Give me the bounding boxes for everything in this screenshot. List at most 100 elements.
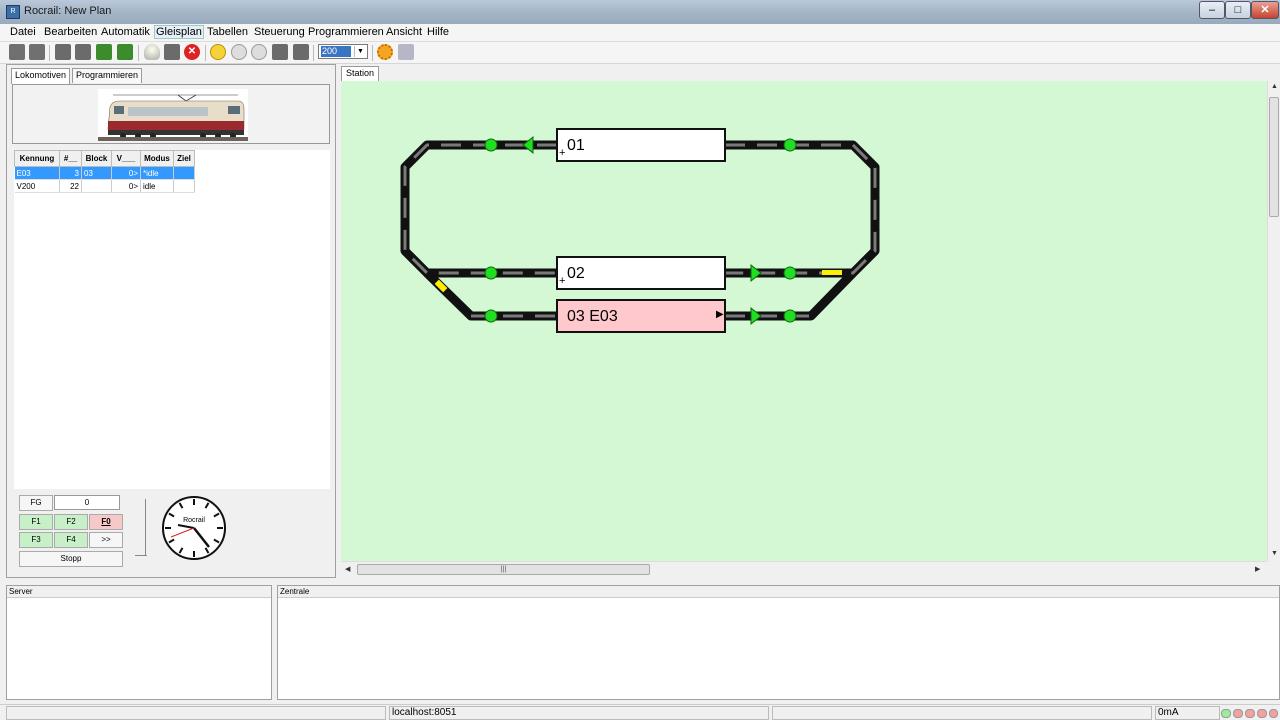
stop-button[interactable]: Stopp — [19, 551, 123, 567]
cell-number: 3 — [59, 166, 82, 180]
upload-icon[interactable] — [96, 44, 112, 60]
cell-number: 22 — [59, 179, 82, 193]
clock-label: Rocrail — [183, 517, 205, 524]
status-cell — [6, 706, 386, 720]
cell-ziel — [173, 179, 195, 193]
menu-steuerung[interactable]: Steuerung — [254, 26, 305, 38]
block-03[interactable]: 03 E03 ▶ — [556, 299, 726, 333]
import-icon[interactable] — [75, 44, 91, 60]
block-label: 03 E03 — [567, 308, 618, 325]
menu-tabellen[interactable]: Tabellen — [207, 26, 248, 38]
signal-arrow-left-icon[interactable] — [522, 135, 534, 155]
sensor-dot[interactable] — [484, 266, 498, 280]
sensor-dot[interactable] — [783, 138, 797, 152]
sensor-dot[interactable] — [484, 309, 498, 323]
menu-ansicht[interactable]: Ansicht — [386, 26, 422, 38]
col-number[interactable]: #__ — [59, 150, 82, 167]
menu-gleisplan[interactable]: Gleisplan — [154, 25, 204, 39]
face-icon[interactable] — [231, 44, 247, 60]
col-kennung[interactable]: Kennung — [14, 150, 60, 167]
scroll-thumb[interactable]: ||| — [357, 564, 650, 575]
cell-speed: 0> — [111, 179, 141, 193]
plan-horizontal-scrollbar[interactable]: ◀ ||| ▶ — [341, 561, 1267, 576]
toolbar-separator — [205, 45, 206, 61]
f0-button[interactable]: F0 — [89, 514, 123, 530]
cell-ziel — [173, 166, 195, 180]
block-02[interactable]: 02 + — [556, 256, 726, 290]
chevron-down-icon[interactable]: ▼ — [354, 46, 366, 57]
scroll-thumb[interactable] — [1269, 97, 1279, 217]
clock: Rocrail — [162, 496, 226, 560]
cell-block — [81, 179, 112, 193]
signal-arrow-right-icon[interactable] — [750, 306, 762, 326]
f2-button[interactable]: F2 — [54, 514, 88, 530]
loco-icon[interactable] — [164, 44, 180, 60]
smiley-icon[interactable] — [210, 44, 226, 60]
sensor-dot[interactable] — [783, 309, 797, 323]
scroll-right-icon[interactable]: ▶ — [1255, 565, 1260, 573]
table-header-row: Kennung #__ Block V___ Modus Ziel — [14, 150, 195, 167]
f1-button[interactable]: F1 — [19, 514, 53, 530]
cell-modus: idle — [140, 179, 174, 193]
gear-icon[interactable] — [377, 44, 393, 60]
tab-station[interactable]: Station — [341, 66, 380, 81]
zoom-select[interactable]: 200 ▼ — [318, 44, 368, 59]
block-01[interactable]: 01 + — [556, 128, 726, 162]
stop-icon[interactable]: ✕ — [184, 44, 200, 60]
table-row[interactable]: V200 22 0> idle — [14, 179, 195, 193]
table-row[interactable]: E03 3 03 0> *idle — [14, 166, 195, 180]
close-button[interactable]: ✕ — [1251, 1, 1279, 19]
minimize-button[interactable]: – — [1199, 1, 1225, 19]
switch-icon[interactable] — [293, 44, 309, 60]
f3-button[interactable]: F3 — [19, 532, 53, 548]
col-speed[interactable]: V___ — [111, 150, 141, 167]
menu-hilfe[interactable]: Hilfe — [427, 26, 449, 38]
sensor-dot[interactable] — [783, 266, 797, 280]
toolbar-separator — [49, 45, 50, 61]
menu-automatik[interactable]: Automatik — [101, 26, 150, 38]
menu-bar: Datei Bearbeiten Automatik Gleisplan Tab… — [0, 24, 1280, 42]
block-plus-icon: + — [559, 147, 566, 159]
server-pane: Server — [6, 585, 272, 700]
menu-programmieren[interactable]: Programmieren — [308, 26, 384, 38]
menu-bearbeiten[interactable]: Bearbeiten — [44, 26, 97, 38]
status-current: 0mA — [1155, 706, 1220, 720]
new-doc-icon[interactable] — [55, 44, 71, 60]
tab-lokomotiven[interactable]: Lokomotiven — [11, 68, 71, 84]
maximize-button[interactable]: □ — [1225, 1, 1251, 19]
fg-button[interactable]: FG — [19, 495, 53, 511]
toolbar-separator — [372, 45, 373, 61]
cloud-icon[interactable] — [251, 44, 267, 60]
track-lower-left — [423, 269, 557, 321]
switch-marker[interactable] — [822, 270, 842, 275]
speed-slider[interactable] — [145, 499, 146, 555]
more-functions-button[interactable]: >> — [89, 532, 123, 548]
tab-programmieren[interactable]: Programmieren — [72, 68, 143, 83]
track-plan: 01 + 02 + 03 E03 ▶ — [341, 81, 1267, 561]
scroll-down-icon[interactable]: ▼ — [1271, 550, 1278, 557]
bulb-icon[interactable] — [144, 44, 160, 60]
f4-button[interactable]: F4 — [54, 532, 88, 548]
col-block[interactable]: Block — [81, 150, 112, 167]
track-right-loop — [725, 140, 880, 278]
undo-icon[interactable] — [117, 44, 133, 60]
track-lower-right — [725, 269, 857, 321]
plan-vertical-scrollbar[interactable]: ▲ ▼ — [1267, 81, 1279, 561]
sensor-dot[interactable] — [484, 138, 498, 152]
signal-arrow-right-icon[interactable] — [750, 263, 762, 283]
central-pane: Zentrale — [277, 585, 1280, 700]
status-led-icon — [1245, 709, 1255, 718]
status-bar: localhost:8051 0mA — [0, 704, 1280, 720]
save-icon[interactable] — [29, 44, 45, 60]
grid-icon[interactable] — [272, 44, 288, 60]
loco-image — [98, 89, 248, 141]
menu-datei[interactable]: Datei — [10, 26, 36, 38]
book-icon[interactable] — [398, 44, 414, 60]
col-modus[interactable]: Modus — [140, 150, 174, 167]
open-folder-icon[interactable] — [9, 44, 25, 60]
scroll-up-icon[interactable]: ▲ — [1271, 83, 1278, 90]
block-plus-icon: + — [559, 275, 566, 287]
col-ziel[interactable]: Ziel — [173, 150, 195, 167]
scroll-left-icon[interactable]: ◀ — [345, 565, 350, 573]
app-icon: R — [6, 5, 20, 19]
